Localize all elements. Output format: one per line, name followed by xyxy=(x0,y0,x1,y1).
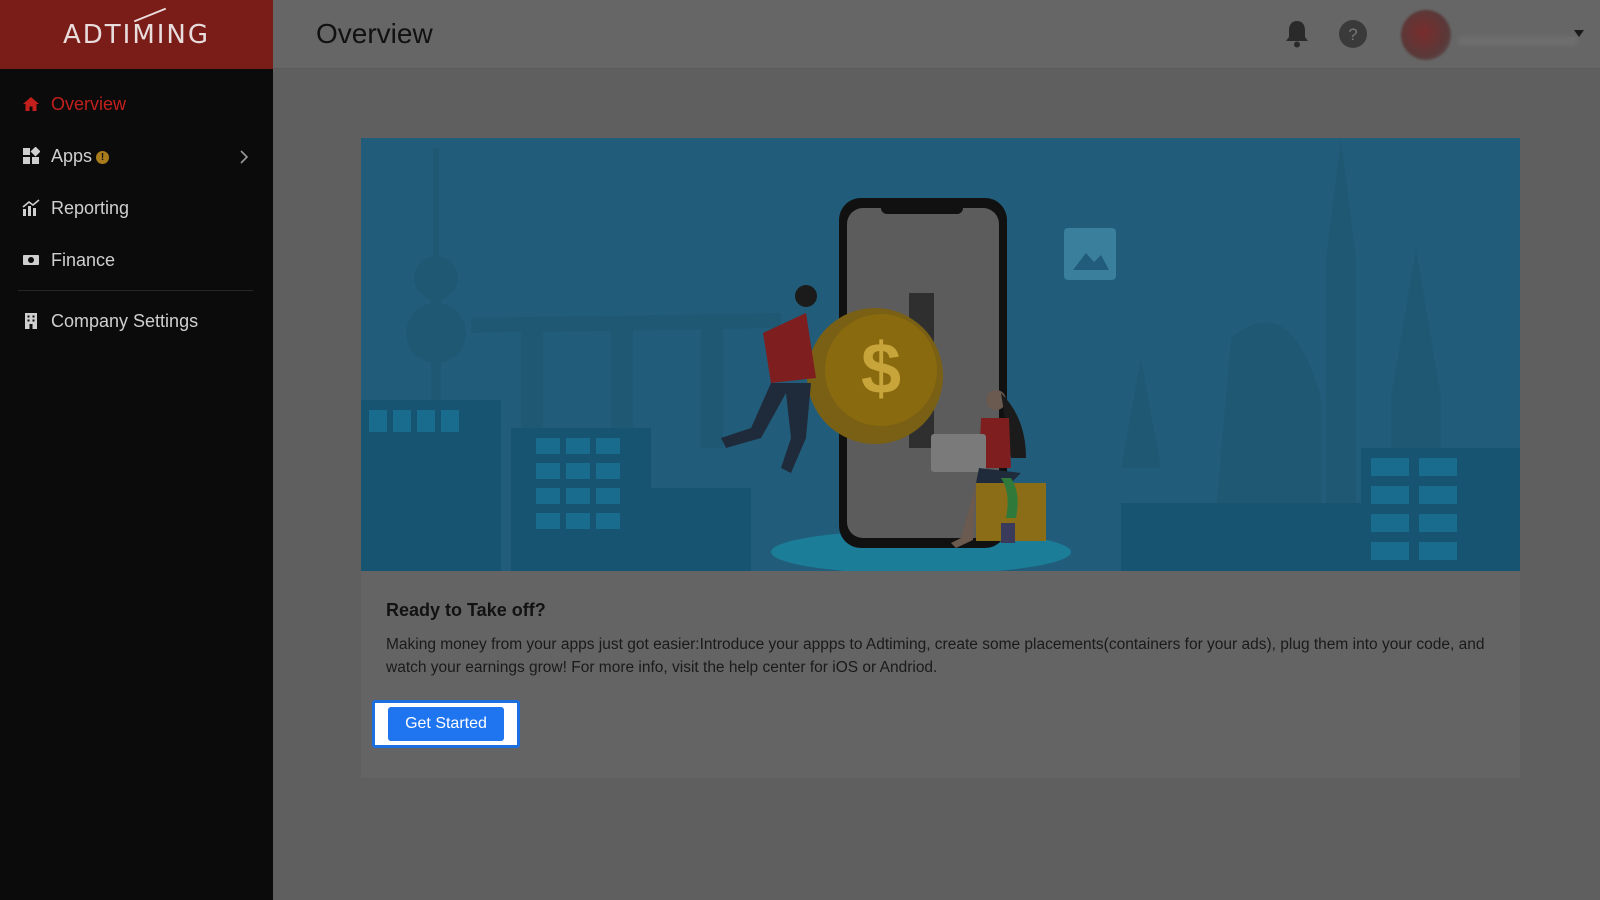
sidebar: ADTIMING Overview Apps ! Reporting Finan… xyxy=(0,0,273,900)
sidebar-nav: Overview Apps ! Reporting Finance Compan… xyxy=(0,69,273,347)
sidebar-item-label: Apps xyxy=(51,145,93,166)
bell-icon[interactable] xyxy=(1281,18,1313,50)
welcome-banner-illustration: $ xyxy=(361,138,1520,571)
chart-icon xyxy=(22,199,40,217)
sidebar-item-label: Finance xyxy=(51,249,116,270)
logo-bar[interactable]: ADTIMING xyxy=(0,0,273,69)
sidebar-item-label: Company Settings xyxy=(51,310,199,331)
sidebar-item-label: Overview xyxy=(51,93,127,114)
chevron-right-icon[interactable] xyxy=(237,148,251,164)
building-icon xyxy=(22,312,40,330)
page-title: Overview xyxy=(316,18,433,49)
card-description: Making money from your apps just got eas… xyxy=(386,636,1485,676)
brand-logo: ADTIMING xyxy=(62,19,211,50)
sidebar-item-label: Reporting xyxy=(51,197,130,218)
help-icon[interactable]: ? xyxy=(1337,18,1369,50)
sidebar-item-company-settings[interactable]: Company Settings xyxy=(0,295,273,347)
get-started-focus-ring: Get Started xyxy=(372,700,520,748)
svg-text:?: ? xyxy=(1348,25,1357,44)
info-badge: ! xyxy=(96,150,110,164)
avatar[interactable] xyxy=(1401,10,1451,60)
sidebar-item-finance[interactable]: Finance xyxy=(0,234,273,286)
grid-icon xyxy=(22,147,40,165)
svg-text:$: $ xyxy=(861,329,901,409)
sidebar-divider xyxy=(18,290,253,291)
sidebar-item-overview[interactable]: Overview xyxy=(0,78,273,130)
home-icon xyxy=(22,95,40,113)
card-title: Ready to Take off? xyxy=(386,600,546,620)
sidebar-item-reporting[interactable]: Reporting xyxy=(0,182,273,234)
money-icon xyxy=(22,251,40,269)
chevron-down-icon[interactable] xyxy=(1574,30,1584,37)
user-name-blurred[interactable] xyxy=(1458,36,1578,46)
welcome-card: $ Ready to Take off? Making money from y… xyxy=(361,138,1520,778)
top-header: Overview ? xyxy=(273,0,1600,69)
sidebar-item-apps[interactable]: Apps ! xyxy=(0,130,273,182)
get-started-button[interactable]: Get Started xyxy=(388,707,504,741)
